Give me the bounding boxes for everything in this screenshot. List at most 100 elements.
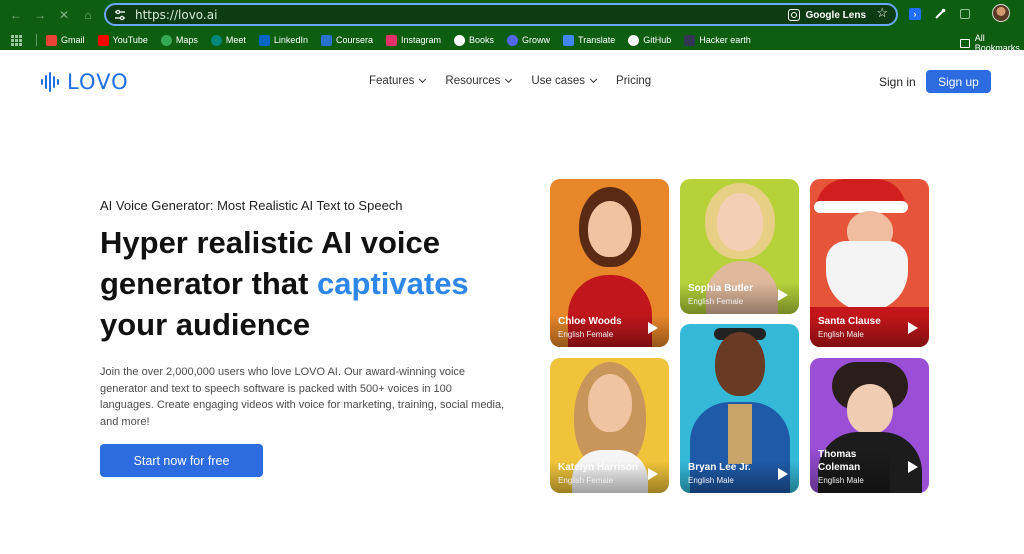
voice-card-thomas-coleman[interactable]: Thomas Coleman English Male xyxy=(810,358,929,493)
bookmark-label: Books xyxy=(469,35,495,45)
translate-icon xyxy=(563,34,575,46)
instagram-icon xyxy=(385,34,397,46)
bookmark-label: Coursera xyxy=(335,35,373,45)
play-icon[interactable] xyxy=(648,468,658,480)
hero-description: Join the over 2,000,000 users who love L… xyxy=(100,366,505,428)
bookmarks-divider xyxy=(36,34,37,46)
nav-resources[interactable]: Resources xyxy=(445,75,513,87)
hackerearth-icon xyxy=(684,34,696,46)
url-text: https://lovo.ai xyxy=(135,7,218,22)
bookmark-label: YouTube xyxy=(112,35,148,45)
bookmark-hacker-earth[interactable]: Hacker earth xyxy=(684,34,751,46)
home-icon[interactable]: ⌂ xyxy=(78,5,98,25)
site-settings-icon[interactable] xyxy=(113,8,127,22)
voice-name: Thomas Coleman xyxy=(818,449,861,473)
headline-line-3: your audience xyxy=(100,307,311,342)
eyedropper-icon[interactable] xyxy=(932,6,948,22)
play-icon[interactable] xyxy=(908,461,918,473)
play-icon[interactable] xyxy=(908,322,918,334)
gmail-icon xyxy=(46,34,57,46)
voice-caption: Thomas Coleman English Male xyxy=(810,448,890,493)
start-free-button[interactable]: Start now for free xyxy=(100,444,263,477)
bookmark-label: Hacker earth xyxy=(699,35,751,45)
bookmarks-bar: Gmail YouTube Maps Meet LinkedIn Coursera Inst… xyxy=(0,30,1024,53)
bookmark-books[interactable]: Books xyxy=(454,34,495,46)
play-icon[interactable] xyxy=(778,289,788,301)
play-icon[interactable] xyxy=(648,322,658,334)
profile-avatar[interactable] xyxy=(992,4,1010,22)
voice-card-santa-clause[interactable]: Santa Clause English Male xyxy=(810,179,929,347)
bookmark-label: Groww xyxy=(522,35,551,45)
chevron-down-icon xyxy=(590,75,598,84)
bookmark-maps[interactable]: Maps xyxy=(160,34,198,46)
nav-label: Resources xyxy=(445,75,501,87)
bookmark-coursera[interactable]: Coursera xyxy=(320,34,373,46)
extension-icon[interactable]: › xyxy=(907,6,923,22)
nav-features[interactable]: Features xyxy=(369,75,427,87)
lens-icon xyxy=(788,9,801,21)
lovo-logo[interactable]: LOVO xyxy=(40,70,129,94)
hero-headline: Hyper realistic AI voice generator that … xyxy=(100,222,520,345)
stop-icon[interactable]: ✕ xyxy=(54,5,74,25)
voice-language: English Male xyxy=(818,476,864,485)
bookmark-label: Instagram xyxy=(400,35,441,45)
bookmark-youtube[interactable]: YouTube xyxy=(97,34,148,46)
nav-label: Features xyxy=(369,75,415,87)
forward-icon[interactable]: → xyxy=(30,5,50,25)
bookmark-label: LinkedIn xyxy=(273,35,308,45)
nav-pricing[interactable]: Pricing xyxy=(616,75,651,87)
google-lens-label: Google Lens xyxy=(805,9,866,21)
folder-icon xyxy=(960,38,970,48)
chevron-down-icon xyxy=(505,75,513,84)
bookmark-label: Maps xyxy=(175,35,198,45)
nav-use-cases[interactable]: Use cases xyxy=(531,75,598,87)
bookmark-translate[interactable]: Translate xyxy=(563,34,616,46)
back-icon[interactable]: ← xyxy=(6,5,26,25)
linkedin-icon xyxy=(258,34,270,46)
bookmark-label: GitHub xyxy=(643,35,672,45)
groww-icon xyxy=(507,34,519,46)
meet-icon xyxy=(210,34,222,46)
all-bookmarks-label: All Bookmarks xyxy=(974,33,1020,53)
bookmark-instagram[interactable]: Instagram xyxy=(385,34,441,46)
browser-toolbar: ← → ✕ ⌂ https://lovo.ai Google Lens ☆ › xyxy=(0,0,1024,30)
bookmark-linkedin[interactable]: LinkedIn xyxy=(258,34,308,46)
headline-line-1: Hyper realistic AI voice xyxy=(100,225,441,260)
voice-card-bryan-lee-jr[interactable]: Bryan Lee Jr. English Male xyxy=(680,324,799,493)
sign-in-link[interactable]: Sign in xyxy=(879,75,916,89)
bookmark-github[interactable]: GitHub xyxy=(628,34,672,46)
main-nav: Features Resources Use cases Pricing xyxy=(369,75,651,87)
voice-card-chloe-woods[interactable]: Chloe Woods English Female xyxy=(550,179,669,347)
bookmark-label: Gmail xyxy=(61,35,85,45)
apps-grid-icon[interactable] xyxy=(11,34,22,46)
voice-card-katelyn-harrison[interactable]: Katelyn Harrison English Female xyxy=(550,358,669,493)
bookmark-groww[interactable]: Groww xyxy=(507,34,551,46)
hero-eyebrow: AI Voice Generator: Most Realistic AI Te… xyxy=(100,198,403,213)
nav-label: Use cases xyxy=(531,75,586,87)
voice-card-sophia-butler[interactable]: Sophia Butler English Female xyxy=(680,179,799,314)
bookmark-star-icon[interactable]: ☆ xyxy=(876,5,888,21)
play-icon[interactable] xyxy=(778,468,788,480)
chevron-down-icon xyxy=(419,75,427,84)
lovo-landing-page: LOVO Features Resources Use cases Pricin… xyxy=(0,52,1024,554)
google-lens-button[interactable]: Google Lens xyxy=(788,7,866,23)
youtube-icon xyxy=(97,34,109,46)
all-bookmarks-button[interactable]: All Bookmarks xyxy=(960,33,1024,53)
github-icon xyxy=(628,34,640,46)
bookmark-label: Meet xyxy=(225,35,246,45)
headline-line-2: generator that xyxy=(100,266,318,301)
coursera-icon xyxy=(320,34,332,46)
bookmark-gmail[interactable]: Gmail xyxy=(46,34,85,46)
extensions-puzzle-icon[interactable] xyxy=(957,6,973,22)
bookmark-meet[interactable]: Meet xyxy=(210,34,246,46)
waveform-icon xyxy=(41,72,59,92)
logo-text: LOVO xyxy=(67,70,129,94)
bookmark-list: Gmail YouTube Maps Meet LinkedIn Coursera Inst… xyxy=(46,34,764,46)
google-icon xyxy=(454,34,465,46)
sign-up-button[interactable]: Sign up xyxy=(926,70,991,93)
bookmark-label: Translate xyxy=(578,35,616,45)
headline-accent: captivates xyxy=(317,266,469,301)
maps-icon xyxy=(160,34,172,46)
address-bar[interactable]: https://lovo.ai Google Lens ☆ xyxy=(104,3,898,26)
nav-label: Pricing xyxy=(616,75,652,87)
